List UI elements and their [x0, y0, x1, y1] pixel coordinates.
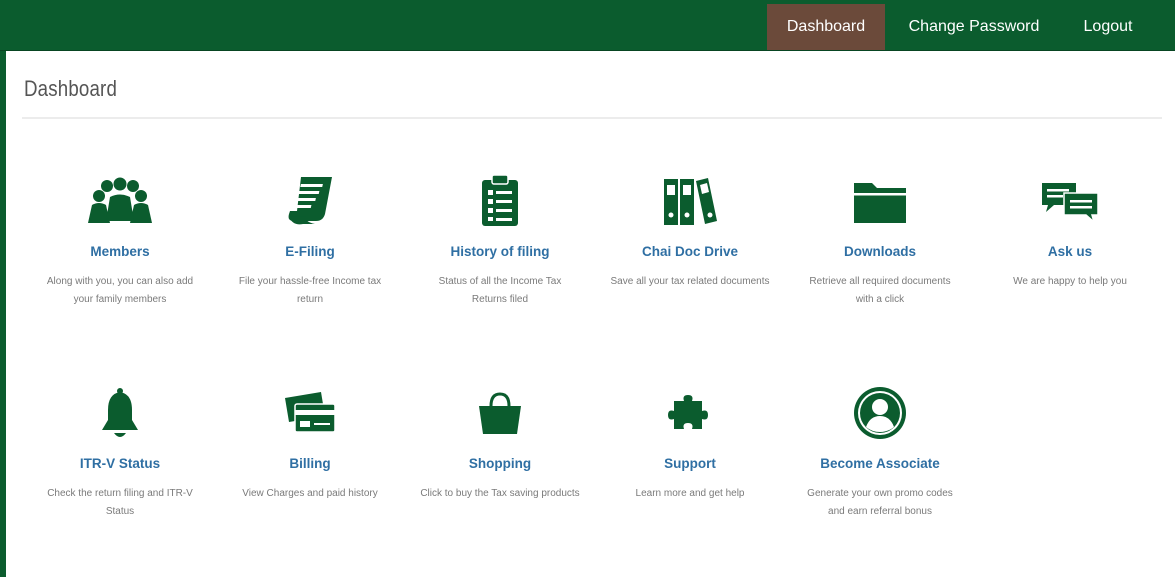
page-title: Dashboard — [24, 76, 118, 101]
credit-card-icon — [275, 382, 345, 444]
top-navbar: Dashboard Change Password Logout — [0, 4, 1175, 51]
user-circle-icon — [845, 382, 915, 444]
card-members[interactable]: Members Along with you, you can also add… — [35, 170, 205, 309]
card-label: Support — [664, 456, 716, 471]
card-itr-v-status[interactable]: ITR-V Status Check the return filing and… — [35, 382, 205, 521]
card-description: Learn more and get help — [635, 488, 745, 499]
card-e-filing[interactable]: E-Filing File your hassle-free Income ta… — [225, 170, 395, 309]
card-label: ITR-V Status — [79, 456, 161, 471]
card-description: Save all your tax related documents — [610, 276, 770, 287]
clipboard-icon — [465, 170, 535, 232]
card-become-associate[interactable]: Become Associate Generate your own promo… — [795, 382, 965, 521]
puzzle-icon — [655, 382, 725, 444]
card-label: History of filing — [450, 244, 550, 259]
card-label: Ask us — [1047, 244, 1093, 259]
nav-change-password[interactable]: Change Password — [893, 4, 1055, 50]
card-label: Chai Doc Drive — [641, 244, 739, 259]
card-description: Generate your own promo codes and earn r… — [807, 488, 953, 517]
card-description: Along with you, you can also add your fa… — [46, 276, 194, 305]
card-label: Members — [90, 244, 150, 259]
card-shopping[interactable]: Shopping Click to buy the Tax saving pro… — [415, 382, 585, 503]
card-chai-doc-drive[interactable]: Chai Doc Drive Save all your tax related… — [605, 170, 775, 291]
folder-icon — [845, 170, 915, 232]
card-description: File your hassle-free Income tax return — [238, 276, 382, 305]
title-divider — [22, 117, 1162, 119]
card-history-of-filing[interactable]: History of filing Status of all the Inco… — [415, 170, 585, 309]
chat-icon — [1035, 170, 1105, 232]
card-label: Downloads — [843, 244, 916, 259]
card-description: Status of all the Income Tax Returns fil… — [438, 276, 562, 305]
left-border — [0, 0, 6, 577]
card-description: Retrieve all required documents with a c… — [809, 276, 951, 305]
card-downloads[interactable]: Downloads Retrieve all required document… — [795, 170, 965, 309]
card-billing[interactable]: Billing View Charges and paid history — [225, 382, 395, 503]
card-description: Click to buy the Tax saving products — [420, 488, 580, 499]
card-description: We are happy to help you — [1013, 276, 1127, 287]
card-description: View Charges and paid history — [242, 488, 378, 499]
card-support[interactable]: Support Learn more and get help — [605, 382, 775, 503]
card-description: Check the return filing and ITR-V Status — [47, 488, 193, 517]
card-label: Billing — [289, 456, 331, 471]
binders-icon — [655, 170, 725, 232]
card-ask-us[interactable]: Ask us We are happy to help you — [985, 170, 1155, 291]
e-filing-icon — [275, 170, 345, 232]
nav-dashboard[interactable]: Dashboard — [767, 4, 885, 50]
card-label: Shopping — [468, 456, 532, 471]
shopping-bag-icon — [465, 382, 535, 444]
card-label: Become Associate — [820, 456, 940, 471]
nav-logout[interactable]: Logout — [1070, 4, 1146, 50]
bell-icon — [85, 382, 155, 444]
members-icon — [85, 170, 155, 232]
card-label: E-Filing — [285, 244, 335, 259]
